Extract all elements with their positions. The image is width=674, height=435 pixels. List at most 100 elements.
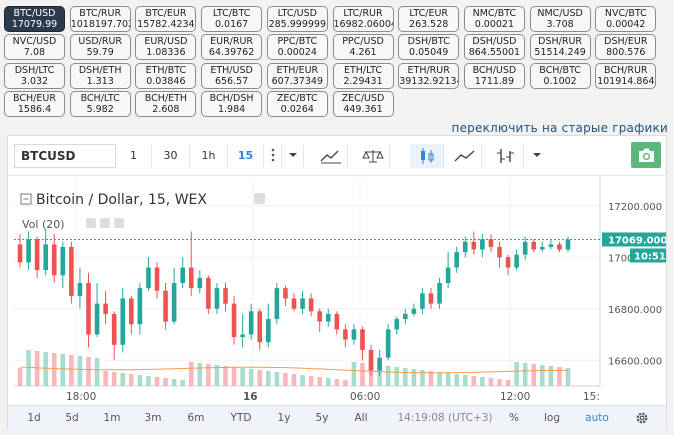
range-ytd[interactable]: YTD xyxy=(226,406,256,430)
pair-button-usd-rur[interactable]: USD/RUR 59.79 xyxy=(69,34,131,61)
interval-15[interactable]: 15 xyxy=(228,144,264,168)
volume-bar xyxy=(394,367,400,386)
pair-button-dsh-rur[interactable]: DSH/RUR 51514.249 xyxy=(529,34,591,61)
candle-body xyxy=(462,241,468,253)
pair-value: 800.576 xyxy=(606,47,646,59)
candle-body xyxy=(69,246,74,296)
volume-bar xyxy=(411,369,417,386)
range-all[interactable]: All xyxy=(348,406,374,430)
candle-body xyxy=(565,239,571,250)
switch-old-charts-link[interactable]: переключить на старые графики xyxy=(452,121,668,135)
pair-button-eur-usd[interactable]: EUR/USD 1.08336 xyxy=(135,34,197,61)
pair-value: 51514.249 xyxy=(534,47,586,59)
range-1d[interactable]: 1d xyxy=(22,406,46,430)
volume-bar xyxy=(171,379,177,386)
interval-1h[interactable]: 1h xyxy=(190,144,228,168)
price-chart[interactable]: 17200.00017000.00016800.00016600.0001706… xyxy=(8,176,668,405)
pair-name: ZEC/USD xyxy=(341,92,385,104)
pair-button-zec-usd[interactable]: ZEC/USD 449.361 xyxy=(332,90,394,117)
intervals-more-icon[interactable] xyxy=(264,144,282,168)
volume-bar xyxy=(26,350,31,386)
pair-button-nvc-btc[interactable]: NVC/BTC 0.00042 xyxy=(595,6,657,32)
candle-body xyxy=(171,283,177,322)
pair-button-ltc-rur[interactable]: LTC/RUR 16982.06004 xyxy=(332,6,394,32)
pair-button-eth-btc[interactable]: ETH/BTC 0.03846 xyxy=(135,62,197,89)
pair-button-bch-dsh[interactable]: BCH/DSH 1.984 xyxy=(201,90,263,117)
candle-body xyxy=(368,349,374,371)
pair-button-bch-eth[interactable]: BCH/ETH 2.608 xyxy=(135,90,197,117)
pair-button-eth-rur[interactable]: ETH/RUR 39132.92134 xyxy=(398,62,460,89)
interval-30[interactable]: 30 xyxy=(152,144,190,168)
candle-body xyxy=(514,254,519,268)
pair-button-ltc-btc[interactable]: LTC/BTC 0.0167 xyxy=(201,6,263,32)
pair-button-bch-btc[interactable]: BCH/BTC 0.1002 xyxy=(529,62,591,89)
pair-button-dsh-eth[interactable]: DSH/ETH 1.313 xyxy=(69,62,131,89)
pair-button-dsh-eur[interactable]: DSH/EUR 800.576 xyxy=(595,34,657,61)
pair-name: BTC/RUR xyxy=(79,8,122,19)
pair-button-ltc-eur[interactable]: LTC/EUR 263.528 xyxy=(398,6,460,32)
candle-body xyxy=(300,298,305,309)
pair-button-dsh-btc[interactable]: DSH/BTC 0.05049 xyxy=(398,34,460,61)
pair-value: 7.08 xyxy=(23,47,46,59)
pair-button-btc-usd[interactable]: BTC/USD 17079.99 xyxy=(4,6,65,32)
pair-button-eur-rur[interactable]: EUR/RUR 64.39762 xyxy=(201,34,263,61)
candlestick-chart[interactable]: 17200.00017000.00016800.00016600.0001706… xyxy=(8,176,668,405)
candle-body xyxy=(557,244,562,250)
candle-body xyxy=(240,334,245,338)
pair-button-btc-eur[interactable]: BTC/EUR 15782.4234 xyxy=(135,6,197,32)
pair-button-bch-usd[interactable]: BCH/USD 1711.89 xyxy=(463,62,525,89)
pair-button-bch-rur[interactable]: BCH/RUR 101914.864 xyxy=(595,62,657,89)
pair-button-bch-ltc[interactable]: BCH/LTC 5.982 xyxy=(69,90,131,117)
range-5d[interactable]: 5d xyxy=(60,406,84,430)
log-toggle[interactable]: log xyxy=(540,406,564,430)
range-1m[interactable]: 1m xyxy=(100,406,124,430)
camera-icon[interactable] xyxy=(631,142,661,168)
range-3m[interactable]: 3m xyxy=(141,406,165,430)
range-5y[interactable]: 5y xyxy=(310,406,334,430)
pair-button-nmc-usd[interactable]: NMC/USD 3.708 xyxy=(529,6,591,32)
percent-toggle[interactable]: % xyxy=(506,406,522,430)
pair-button-dsh-ltc[interactable]: DSH/LTC 3.032 xyxy=(4,62,65,89)
pair-button-eth-ltc[interactable]: ETH/LTC 2.29431 xyxy=(332,62,394,89)
pair-button-zec-btc[interactable]: ZEC/BTC 0.0264 xyxy=(266,90,328,117)
pair-button-ppc-btc[interactable]: PPC/BTC 0.00024 xyxy=(266,34,328,61)
compare-icon[interactable] xyxy=(356,144,390,168)
pair-value: 449.361 xyxy=(343,103,383,115)
volume-bar xyxy=(360,363,365,386)
auto-toggle[interactable]: auto xyxy=(582,406,612,430)
volume-bar xyxy=(505,380,511,386)
indicators-icon[interactable] xyxy=(314,144,348,168)
symbol-input[interactable]: BTCUSD xyxy=(14,144,116,168)
interval-dropdown-icon[interactable] xyxy=(282,144,304,168)
candle-body xyxy=(497,246,502,258)
interval-1[interactable]: 1 xyxy=(116,144,152,168)
gear-icon[interactable] xyxy=(632,406,652,430)
volume-bar xyxy=(497,379,502,386)
pair-button-ppc-usd[interactable]: PPC/USD 4.261 xyxy=(332,34,394,61)
volume-bar xyxy=(351,362,357,386)
pair-name: EUR/RUR xyxy=(210,36,254,48)
candle-body xyxy=(437,283,442,304)
gear-icon xyxy=(100,218,110,228)
pair-name: BCH/LTC xyxy=(80,92,120,104)
pair-button-bch-eur[interactable]: BCH/EUR 1586.4 xyxy=(4,90,65,117)
candle-body xyxy=(360,329,365,350)
candle-body xyxy=(454,252,459,268)
pair-button-eth-eur[interactable]: ETH/EUR 607.37349 xyxy=(266,62,328,89)
chart-type-dropdown-icon[interactable] xyxy=(526,144,548,168)
bars-icon[interactable] xyxy=(488,144,524,168)
pair-button-btc-rur[interactable]: BTC/RUR 1018197.702 xyxy=(69,6,131,32)
pair-button-nvc-usd[interactable]: NVC/USD 7.08 xyxy=(4,34,65,61)
volume-bar xyxy=(129,374,134,386)
volume-bar xyxy=(317,377,322,386)
range-6m[interactable]: 6m xyxy=(184,406,208,430)
pair-button-nmc-btc[interactable]: NMC/BTC 0.00021 xyxy=(463,6,525,32)
pair-name: BCH/DSH xyxy=(209,92,254,104)
candles-icon[interactable] xyxy=(410,144,444,168)
pair-button-eth-usd[interactable]: ETH/USD 656.57 xyxy=(201,62,263,89)
range-1y[interactable]: 1y xyxy=(272,406,296,430)
volume-bar xyxy=(540,365,545,386)
pair-button-ltc-usd[interactable]: LTC/USD 285.999999 xyxy=(266,6,328,32)
line-chart-icon[interactable] xyxy=(448,144,482,168)
pair-button-dsh-usd[interactable]: DSH/USD 864.55001 xyxy=(463,34,525,61)
